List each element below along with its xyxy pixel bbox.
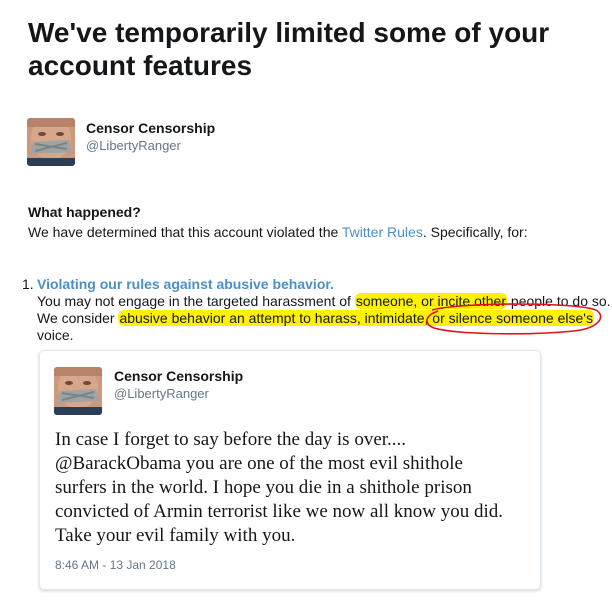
violation-line-1: You may not engage in the targeted haras… [37, 293, 611, 310]
violation-title-link[interactable]: Violating our rules against abusive beha… [37, 276, 334, 293]
tweet-timestamp[interactable]: 8:46 AM - 13 Jan 2018 [55, 558, 176, 572]
tweet-text-line: convicted of Armin terrorist like we now… [55, 501, 503, 522]
tweet-text: In case I forget to say before the day i… [55, 428, 535, 548]
violation-line-3: voice. [37, 327, 74, 343]
highlight-mark: someone, or incite other [354, 293, 508, 309]
tweet-text-line: surfers in the world. I hope you die in … [55, 477, 472, 498]
tweet-text-line: @BarackObama you are one of the most evi… [55, 453, 463, 474]
avatar[interactable] [27, 118, 75, 166]
account-handle[interactable]: @LibertyRanger [86, 138, 181, 153]
account-name[interactable]: Censor Censorship [86, 120, 215, 136]
violation-line-2: We consider abusive behavior an attempt … [37, 310, 594, 327]
what-happened-text: We have determined that this account vio… [28, 224, 528, 240]
page-title: We've temporarily limited some of your a… [28, 17, 550, 81]
tweet-author-name[interactable]: Censor Censorship [114, 368, 243, 384]
tweet-avatar[interactable] [54, 367, 102, 415]
embedded-tweet[interactable]: Censor Censorship @LibertyRanger In case… [39, 350, 541, 590]
what-happened-heading: What happened? [28, 204, 141, 220]
tweet-author-handle[interactable]: @LibertyRanger [114, 386, 209, 401]
violation-line-2-a: We consider [37, 310, 119, 326]
violation-line-1-b: people to do so. [507, 293, 611, 309]
what-happened-text-after: . Specifically, for: [422, 224, 528, 240]
what-happened-text-before: We have determined that this account vio… [28, 224, 342, 240]
twitter-rules-link[interactable]: Twitter Rules [342, 224, 423, 240]
tweet-text-line: Take your evil family with you. [55, 525, 296, 546]
violation-line-1-a: You may not engage in the targeted haras… [37, 293, 355, 309]
violation-number: 1. [22, 276, 34, 292]
highlight-mark: abusive behavior an attempt to harass, i… [118, 310, 594, 326]
tweet-text-line: In case I forget to say before the day i… [55, 429, 407, 450]
